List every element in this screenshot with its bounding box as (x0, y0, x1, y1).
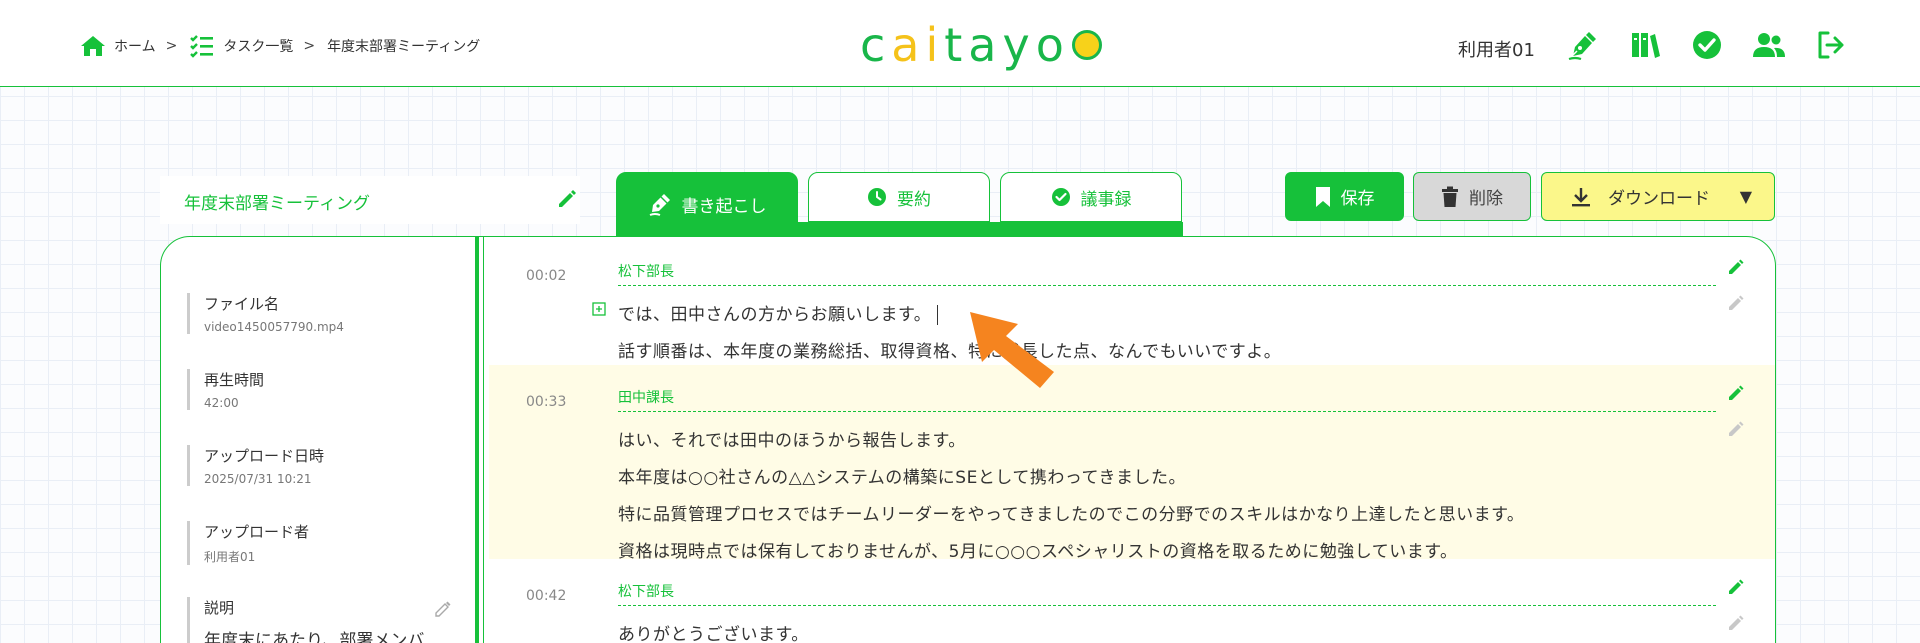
transcript-area: 00:02 松下部長 では、田中さんの方からお願いします。 話す順番は、本年度の… (489, 237, 1775, 643)
home-icon (81, 36, 105, 56)
caitayo-logo[interactable]: c ai tayo (860, 18, 1102, 72)
logout-button[interactable] (1814, 28, 1848, 62)
transcript-segment: 00:02 松下部長 では、田中さんの方からお願いします。 話す順番は、本年度の… (489, 237, 1775, 365)
segment-timestamp[interactable]: 00:42 (526, 588, 566, 604)
logo-text-ai: ai (891, 18, 945, 72)
meta-file-value: video1450057790.mp4 (204, 320, 344, 334)
edit-title-icon[interactable] (556, 188, 578, 210)
download-icon (1572, 187, 1590, 206)
books-icon (1632, 33, 1660, 58)
segment-text-line[interactable]: はい、それでは田中のほうから報告します。 (618, 426, 966, 451)
breadcrumb-separator: > (165, 38, 178, 54)
edit-description-icon[interactable] (433, 599, 453, 619)
text-caret (937, 305, 939, 325)
segment-divider (618, 411, 1716, 412)
meta-duration-value: 42:00 (204, 396, 239, 410)
download-button[interactable]: ダウンロード ▼ (1541, 172, 1775, 221)
meta-description: 説明 年度末にあたり、部署メンバ (187, 597, 424, 643)
task-title-box: 年度末部署ミーティング (160, 176, 580, 224)
segment-speaker[interactable]: 松下部長 (618, 261, 674, 281)
breadcrumb-separator: > (303, 38, 316, 54)
logo-bird-icon (1071, 30, 1102, 60)
edit-speaker-icon[interactable] (1726, 383, 1746, 403)
tab-summary-label: 要約 (897, 189, 931, 210)
segment-speaker[interactable]: 田中課長 (618, 387, 674, 407)
delete-button-label: 削除 (1469, 189, 1503, 209)
edit-speaker-icon[interactable] (1726, 577, 1746, 597)
meta-uploaded-label: アップロード日時 (204, 447, 325, 465)
breadcrumb-current: 年度末部署ミーティング (327, 39, 481, 55)
app-header: ホーム > タスク一覧 > 年度末部署ミーティング c ai tayo 利用者01 (0, 0, 1920, 87)
main-panel: ファイル名 video1450057790.mp4 再生時間 42:00 アップ… (160, 236, 1776, 643)
transcript-segment: 00:42 松下部長 ありがとうございます。 (489, 559, 1775, 643)
breadcrumb-tasks[interactable]: タスク一覧 (189, 34, 293, 58)
clock-icon (868, 188, 886, 206)
delete-button[interactable]: 削除 (1413, 172, 1531, 221)
edit-text-icon[interactable] (1726, 613, 1746, 633)
library-nav-button[interactable] (1628, 28, 1662, 62)
segment-divider (618, 605, 1716, 606)
meta-uploader-value: 利用者01 (204, 550, 256, 564)
transcript-segment-highlighted: 00:33 田中課長 はい、それでは田中のほうから報告します。 本年度は○○社さ… (489, 365, 1775, 562)
meta-description-label: 説明 (204, 599, 235, 617)
tab-minutes[interactable]: 議事録 (1000, 172, 1182, 222)
pen-icon (649, 194, 670, 216)
users-nav-button[interactable] (1752, 28, 1786, 62)
segment-timestamp[interactable]: 00:02 (526, 268, 566, 284)
edit-text-icon[interactable] (1726, 419, 1746, 439)
segment-text-line[interactable]: 本年度は○○社さんの△△システムの構築にSEとして携わってきました。 (618, 463, 1186, 488)
segment-text-line[interactable]: ありがとうございます。 (618, 620, 809, 643)
tab-transcription[interactable]: 書き起こし (616, 172, 798, 236)
breadcrumb: ホーム > タスク一覧 > 年度末部署ミーティング (80, 34, 480, 58)
logout-icon (1818, 31, 1844, 59)
task-title: 年度末部署ミーティング (184, 194, 370, 214)
trash-icon (1442, 186, 1458, 207)
tab-summary[interactable]: 要約 (808, 172, 990, 222)
segment-speaker[interactable]: 松下部長 (618, 581, 674, 601)
minutes-nav-button[interactable] (1690, 28, 1724, 62)
segment-text: では、田中さんの方からお願いします。 (618, 305, 932, 325)
users-icon (1753, 33, 1785, 57)
breadcrumb-home[interactable]: ホーム (80, 34, 156, 58)
segment-text-line[interactable]: では、田中さんの方からお願いします。 (618, 300, 939, 325)
edit-text-icon[interactable] (1726, 293, 1746, 313)
segment-text-line[interactable]: 特に品質管理プロセスではチームリーダーをやってきましたのでこの分野でのスキルはか… (618, 500, 1524, 525)
chevron-down-icon[interactable]: ▼ (1740, 187, 1752, 206)
tab-transcription-label: 書き起こし (681, 196, 767, 217)
meta-uploaded: アップロード日時 2025/07/31 10:21 (187, 445, 324, 486)
tab-minutes-label: 議事録 (1080, 189, 1132, 210)
breadcrumb-tasks-label: タスク一覧 (223, 39, 294, 55)
task-list-icon (190, 35, 214, 58)
insert-line-icon[interactable] (592, 302, 606, 316)
edit-speaker-icon[interactable] (1726, 257, 1746, 277)
logo-text-tayo: tayo (944, 18, 1070, 72)
current-user: 利用者01 (1458, 40, 1535, 61)
meta-duration: 再生時間 42:00 (187, 369, 264, 410)
meta-file-label: ファイル名 (204, 295, 280, 313)
check-circle-icon (1051, 188, 1070, 206)
fountain-pen-icon (1568, 32, 1596, 61)
segment-text-line[interactable]: 話す順番は、本年度の業務総括、取得資格、特に成長した点、なんでもいいですよ。 (618, 337, 1281, 362)
meta-description-value: 年度末にあたり、部署メンバ (204, 631, 425, 643)
download-button-label: ダウンロード (1608, 189, 1710, 209)
meta-uploaded-value: 2025/07/31 10:21 (204, 472, 312, 486)
save-button-label: 保存 (1340, 189, 1375, 209)
meta-uploader: アップロード者 利用者01 (187, 521, 309, 565)
segment-divider (618, 285, 1716, 286)
bookmark-icon (1315, 186, 1330, 207)
file-info-sidebar: ファイル名 video1450057790.mp4 再生時間 42:00 アップ… (161, 237, 484, 643)
save-button[interactable]: 保存 (1285, 172, 1404, 221)
meta-file: ファイル名 video1450057790.mp4 (187, 293, 344, 334)
segment-timestamp[interactable]: 00:33 (526, 394, 566, 410)
meta-duration-label: 再生時間 (204, 371, 265, 389)
header-nav-icons (1566, 28, 1848, 62)
meta-uploader-label: アップロード者 (204, 523, 310, 541)
transcribe-nav-button[interactable] (1566, 28, 1600, 62)
check-circle-icon (1693, 31, 1721, 59)
breadcrumb-home-label: ホーム (114, 39, 156, 55)
pointer-arrow-icon (970, 312, 1054, 388)
logo-text-c: c (860, 18, 892, 72)
